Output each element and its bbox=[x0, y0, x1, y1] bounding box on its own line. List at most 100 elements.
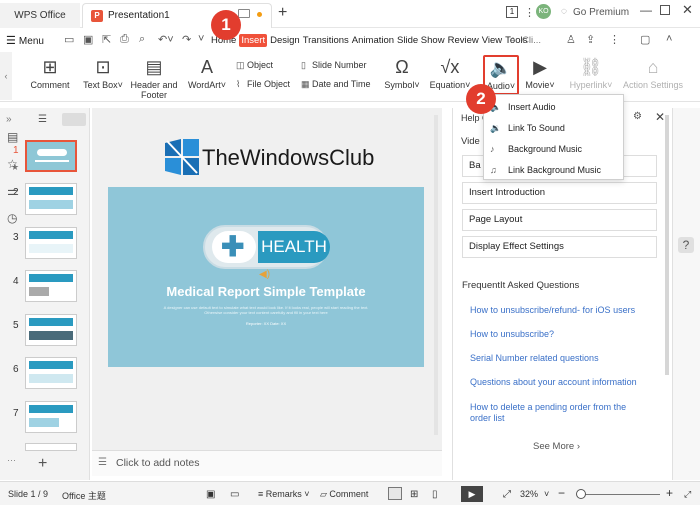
slide-thumbnail-6[interactable] bbox=[25, 357, 77, 389]
premium-icon[interactable]: ◌ bbox=[561, 6, 567, 17]
tab-insert[interactable]: Insert bbox=[239, 34, 268, 47]
redo-icon[interactable]: ↷ bbox=[182, 33, 191, 46]
slide-thumbnail-2[interactable] bbox=[25, 183, 77, 215]
slide-thumbnail-3[interactable] bbox=[25, 227, 77, 259]
wps-office-tab[interactable]: WPS Office bbox=[0, 3, 80, 28]
more-dots-icon[interactable]: ⋯ bbox=[7, 455, 16, 466]
faq-link[interactable]: How to delete a pending order from the o… bbox=[470, 402, 640, 424]
slide-canvas[interactable]: ✚ HEALTH ◀) Medical Report Simple Templa… bbox=[108, 187, 424, 367]
search-icon[interactable]: ⌕ bbox=[510, 34, 516, 45]
maximize-icon[interactable] bbox=[660, 5, 670, 15]
help-row[interactable]: Insert Introduction bbox=[462, 182, 657, 204]
customize-arrow-icon[interactable]: ˅ bbox=[198, 33, 204, 45]
window-layout-icon[interactable]: 1 bbox=[506, 6, 518, 18]
slide-thumbnail-4[interactable] bbox=[25, 270, 77, 302]
slide-thumbnail-1[interactable] bbox=[25, 140, 77, 172]
tab-review[interactable]: Review bbox=[448, 35, 479, 46]
help-icon[interactable]: ? bbox=[678, 237, 694, 253]
menu-item-insert-audio[interactable]: 🔈 Insert Audio bbox=[490, 102, 556, 113]
file-object-button[interactable]: ⌇ File Object bbox=[236, 79, 290, 90]
slide-number-button[interactable]: ▯ Slide Number bbox=[301, 60, 367, 71]
spell-check-icon[interactable]: ▭ bbox=[230, 489, 239, 500]
notes-placeholder[interactable]: Click to add notes bbox=[116, 457, 199, 469]
close-pane-icon[interactable]: ✕ bbox=[655, 110, 665, 124]
slide-title[interactable]: Medical Report Simple Template bbox=[108, 284, 424, 299]
slide-thumbnail-5[interactable] bbox=[25, 314, 77, 346]
preview-icon[interactable]: ⌕ bbox=[139, 33, 145, 46]
zoom-dropdown-icon[interactable]: ˅ bbox=[544, 489, 549, 499]
go-premium-button[interactable]: Go Premium bbox=[573, 7, 629, 18]
new-tab-button[interactable]: + bbox=[278, 5, 287, 21]
close-icon[interactable]: ✕ bbox=[682, 2, 693, 18]
slide-design-icon[interactable]: ▤ bbox=[7, 130, 18, 144]
text-box-button[interactable]: ⊡ Text Box˅ bbox=[80, 56, 126, 90]
slide-sorter-icon[interactable]: ⊞ bbox=[410, 489, 418, 500]
vertical-scrollbar[interactable] bbox=[434, 115, 438, 435]
fit-window-icon[interactable]: ⤢ bbox=[503, 489, 511, 500]
faq-link[interactable]: How to unsubscribe? bbox=[470, 329, 650, 340]
monitor-icon[interactable] bbox=[238, 9, 250, 18]
avatar[interactable]: KO bbox=[536, 4, 551, 19]
tab-transitions[interactable]: Transitions bbox=[303, 35, 349, 46]
slideshow-play-button[interactable]: ▶ bbox=[461, 486, 483, 502]
wordart-button[interactable]: A WordArt˅ bbox=[184, 56, 230, 90]
comment-status-button[interactable]: ▱ Comment bbox=[320, 489, 368, 500]
history-icon[interactable]: ◷ bbox=[7, 211, 17, 225]
tab-view[interactable]: View bbox=[482, 35, 502, 46]
menu-item-link-background-music[interactable]: ♫ Link Background Music bbox=[490, 165, 601, 175]
remarks-button[interactable]: ≡ Remarks ˅ bbox=[258, 489, 310, 499]
ribbon-scroll-left[interactable]: ‹ bbox=[0, 52, 12, 100]
reading-view-icon[interactable]: ▯ bbox=[432, 489, 438, 500]
header-footer-button[interactable]: ▤ Header and Footer bbox=[128, 56, 180, 100]
notes-bar[interactable]: ☰ Click to add notes bbox=[92, 450, 442, 476]
outline-view-icon[interactable]: ☰ bbox=[38, 114, 47, 125]
settings-icon[interactable]: ⚙ bbox=[633, 111, 642, 122]
minimize-icon[interactable]: — bbox=[640, 3, 652, 17]
undo-icon[interactable]: ↶˅ bbox=[158, 33, 174, 46]
action-settings-button[interactable]: ⌂ Action Settings bbox=[622, 56, 684, 90]
thumbnail-view-icon[interactable] bbox=[62, 113, 86, 126]
folder-icon[interactable]: ▭ bbox=[64, 33, 74, 46]
fullscreen-icon[interactable]: ⤢ bbox=[684, 489, 691, 500]
slide-thumbnail-7[interactable] bbox=[25, 401, 77, 433]
slide-subtitle[interactable]: A designer can use default text to simul… bbox=[158, 305, 374, 315]
zoom-in-icon[interactable]: + bbox=[666, 486, 673, 500]
symbol-button[interactable]: Ω Symbol˅ bbox=[382, 56, 422, 90]
zoom-level[interactable]: 32% bbox=[520, 489, 538, 499]
search-input[interactable]: Cli... bbox=[522, 35, 541, 46]
collapse-pane-icon[interactable]: » bbox=[6, 114, 12, 125]
comment-button[interactable]: ⊞ Comment bbox=[28, 56, 72, 90]
more-icon[interactable]: ⋮ bbox=[609, 33, 620, 46]
menu-item-background-music[interactable]: ♪ Background Music bbox=[490, 144, 582, 154]
help-scrollbar[interactable] bbox=[665, 115, 669, 375]
document-tab[interactable]: P Presentation1 bbox=[82, 3, 272, 28]
fit-icon[interactable]: ▣ bbox=[206, 489, 215, 500]
faq-link[interactable]: How to unsubscribe/refund- for iOS users bbox=[470, 305, 650, 316]
zoom-slider[interactable] bbox=[580, 494, 660, 495]
menu-item-link-to-sound[interactable]: 🔉 Link To Sound bbox=[490, 123, 565, 134]
audio-marker-icon[interactable]: ◀) bbox=[259, 269, 270, 280]
properties-icon[interactable]: ⚌ bbox=[7, 184, 18, 198]
export-icon[interactable]: ⇱ bbox=[102, 33, 111, 46]
menu-button[interactable]: ☰ Menu bbox=[6, 34, 44, 47]
object-button[interactable]: ◫ Object bbox=[236, 60, 273, 71]
equation-button[interactable]: √x Equation˅ bbox=[426, 56, 474, 90]
help-row[interactable]: Page Layout bbox=[462, 209, 657, 231]
tab-design[interactable]: Design bbox=[270, 35, 300, 46]
slide-thumbnail-8[interactable] bbox=[25, 443, 77, 451]
comment-icon[interactable]: ▢ bbox=[640, 33, 650, 46]
see-more-link[interactable]: See More › bbox=[533, 441, 580, 452]
faq-link[interactable]: Questions about your account information bbox=[470, 377, 660, 388]
help-row[interactable]: Display Effect Settings bbox=[462, 236, 657, 258]
save-icon[interactable]: ▣ bbox=[83, 33, 93, 46]
theme-name[interactable]: Office 主题 bbox=[62, 489, 106, 502]
faq-link[interactable]: Serial Number related questions bbox=[470, 353, 650, 364]
normal-view-icon[interactable] bbox=[388, 487, 402, 500]
zoom-out-icon[interactable]: − bbox=[558, 486, 565, 500]
date-time-button[interactable]: ▦ Date and Time bbox=[301, 79, 371, 90]
user-icon[interactable]: ♙ bbox=[566, 33, 576, 46]
tab-animation[interactable]: Animation bbox=[352, 35, 394, 46]
slide-date-line[interactable]: Reporter: XX Date: XX bbox=[108, 321, 424, 326]
movie-button[interactable]: ▶ Movie˅ bbox=[522, 56, 558, 90]
hyperlink-button[interactable]: ⛓ Hyperlink˅ bbox=[566, 56, 616, 90]
